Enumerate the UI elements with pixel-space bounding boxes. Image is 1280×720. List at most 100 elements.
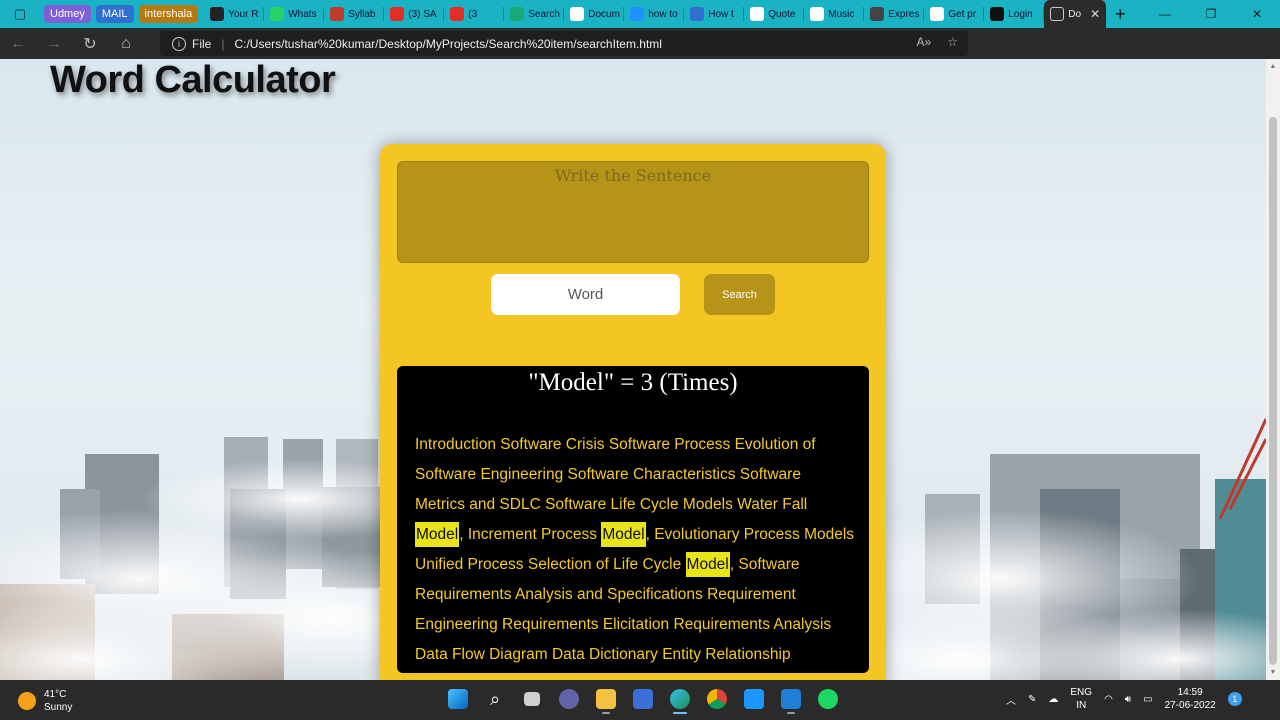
browser-tab[interactable]: Expres [864,0,925,28]
browser-tab[interactable]: (3) SA [384,0,445,28]
tab-label: Your R [228,8,259,20]
favicon-icon [510,7,525,21]
result-text-segment: , Increment Process [459,526,602,543]
taskbar: 41°C Sunny ⌕ ︿ ✎ ☁ ENG IN ◠ 🔊︎ ▭ 14:59 2… [0,680,1280,720]
tab-label: Do [1068,8,1082,20]
sentence-textarea[interactable]: Write the Sentence [397,161,869,263]
browser-tab[interactable]: Whats [264,0,325,28]
weather-temp: 41°C [44,689,67,700]
close-tab-icon[interactable]: ✕ [1090,7,1100,21]
favorite-add-icon[interactable]: ☆ [947,35,958,49]
tab-label: (3 [468,8,478,20]
page-title: Word Calculator [50,59,336,101]
battery-icon[interactable]: ▭ [1143,694,1152,705]
page-viewport: Word Calculator Write the Sentence Word … [0,59,1266,680]
tab-actions-menu-icon[interactable]: ▢ [0,0,40,28]
browser-tab[interactable]: Your R [204,0,265,28]
browser-tab[interactable]: Get pr [924,0,985,28]
forward-icon[interactable]: → [36,35,72,53]
wifi-icon[interactable]: ◠ [1104,694,1113,705]
favicon-icon [450,7,465,21]
browser-tab-strip: ▢ Udmey MAIL intershala Your R Whats Syllab (… [0,0,1280,28]
browser-tab[interactable]: Quote [744,0,805,28]
tab-label: how to [648,8,678,20]
result-text-segment: , Software Requirements Analysis and Spe… [415,556,832,663]
favicon-icon [690,7,705,21]
favicon-icon [990,7,1005,21]
browser-tab[interactable]: Syllab [324,0,385,28]
pinned-tab[interactable]: intershala [138,5,199,23]
dev-app-icon[interactable] [631,686,655,712]
notification-badge[interactable]: 1 [1227,692,1242,706]
scrollbar-thumb[interactable] [1269,117,1277,665]
read-aloud-icon[interactable]: A» [917,35,932,49]
url-text[interactable]: C:/Users/tushar%20kumar/Desktop/MyProjec… [234,37,661,51]
divider: | [221,36,225,51]
protocol-label: File [192,36,212,51]
page-scrollbar[interactable]: ▲ ▼ [1266,59,1280,680]
pinned-tab[interactable]: MAIL [95,5,134,23]
info-icon[interactable]: i [172,36,186,51]
tab-label: Docum [588,8,620,20]
scroll-up-icon[interactable]: ▲ [1266,63,1280,70]
highlighted-match: Model [415,522,460,547]
prime-video-icon[interactable] [742,686,766,712]
tab-list: Your R Whats Syllab (3) SA (3 Search Docum how … [204,0,1045,28]
result-text-segment: Introduction Software Crisis Software Pr… [415,436,816,513]
maximize-button[interactable]: ❐ [1188,7,1234,21]
address-bar[interactable]: i File | C:/Users/tushar%20kumar/Desktop… [160,31,968,56]
task-view-icon[interactable] [520,686,544,712]
browser-tab[interactable]: how to [624,0,685,28]
tab-label: How t [708,8,734,20]
browser-tab[interactable]: Login [984,0,1045,28]
file-explorer-icon[interactable] [594,686,618,714]
edge-icon[interactable] [668,686,692,714]
highlighted-match: Model [601,522,646,547]
browser-tab[interactable]: Search [504,0,565,28]
refresh-icon[interactable]: ↻ [72,34,108,54]
tab-label: Search [528,8,560,20]
minimize-button[interactable]: — [1142,7,1188,21]
clock[interactable]: 14:59 27-06-2022 [1165,686,1216,712]
window-controls: — ❐ ✕ [1142,7,1280,21]
favicon-icon [810,7,825,21]
chevron-up-icon[interactable]: ︿ [1006,692,1016,707]
tab-active[interactable]: Do ✕ [1044,0,1107,28]
result-heading: "Model" = 3 (Times) [528,369,738,396]
pinned-tab[interactable]: Udmey [44,5,91,23]
pen-icon[interactable]: ✎ [1028,694,1036,705]
browser-tab[interactable]: How t [684,0,745,28]
favicon-icon [750,7,765,21]
volume-icon[interactable]: 🔊︎ [1125,694,1131,705]
language-indicator[interactable]: ENG IN [1070,686,1092,712]
browser-tab[interactable]: Music [804,0,865,28]
clock-time: 14:59 [1177,687,1203,698]
back-icon[interactable]: ← [0,35,36,53]
favicon-icon [630,7,645,21]
tab-label: Login [1008,8,1033,20]
word-input[interactable]: Word [491,274,680,315]
favicon-icon [930,7,945,21]
weather-widget[interactable]: 41°C Sunny [18,688,72,714]
new-tab-button[interactable]: + [1106,4,1134,25]
clock-date: 27-06-2022 [1164,700,1216,711]
chrome-icon[interactable] [705,686,729,712]
start-icon[interactable] [446,686,470,712]
onedrive-icon[interactable]: ☁ [1048,694,1058,705]
omnibox-actions: A» ☆ [917,35,958,49]
tab-label: Music [828,8,855,20]
search-icon[interactable]: ⌕ [483,686,507,712]
home-icon[interactable]: ⌂ [108,35,144,53]
vscode-icon[interactable] [779,686,803,714]
chat-icon[interactable] [557,686,581,712]
search-button[interactable]: Search [704,274,775,315]
browser-tab[interactable]: (3 [444,0,505,28]
spotify-icon[interactable] [816,686,840,712]
browser-tab[interactable]: Docum [564,0,625,28]
scroll-down-icon[interactable]: ▼ [1266,669,1280,676]
tab-label: (3) SA [408,8,437,20]
favicon-icon [390,7,405,21]
tab-label: Syllab [348,8,376,20]
search-card: Write the Sentence Word Search "Model" =… [380,144,886,680]
close-window-button[interactable]: ✕ [1234,7,1280,21]
